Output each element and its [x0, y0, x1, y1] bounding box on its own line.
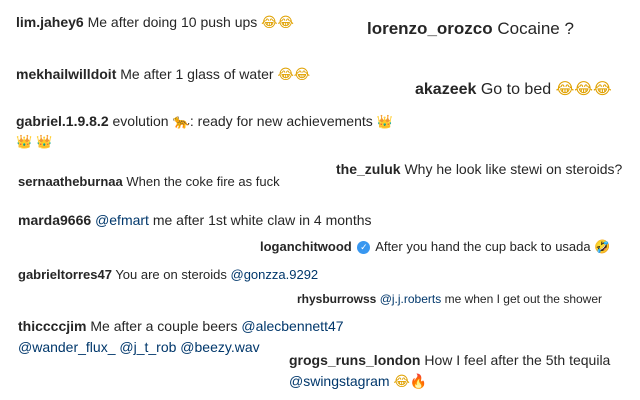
comment-text: Me after 1 glass of water	[120, 66, 274, 82]
comment: thiccccjim Me after a couple beers @alec…	[18, 318, 344, 335]
comment: akazeek Go to bed 😂😂😂	[415, 79, 612, 99]
mention-link[interactable]: @alecbennett47	[241, 318, 343, 334]
comment-username[interactable]: akazeek	[415, 81, 476, 98]
comment: gabriel.1.9.8.2 evolution 🐆: ready for n…	[16, 113, 393, 131]
comment-continuation: @wander_flux_ @j_t_rob @beezy.wav	[18, 339, 260, 356]
laughing-emoji-icon: 😂😂😂	[555, 79, 612, 98]
laughing-emoji-icon: 😂😂	[277, 67, 311, 83]
comment-text: : ready for new achievements	[189, 113, 373, 129]
crown-emoji-icon: 👑	[376, 115, 393, 130]
comment-text: Me after a couple beers	[90, 318, 238, 334]
comment-username[interactable]: marda9666	[18, 212, 91, 228]
comment-username[interactable]: mekhailwilldoit	[16, 66, 116, 82]
comment-text: How I feel after the 5th tequila	[424, 352, 611, 368]
comment-username[interactable]: gabriel.1.9.8.2	[16, 113, 109, 129]
comment: loganchitwood ✓ After you hand the cup b…	[260, 239, 610, 256]
mention-link[interactable]: @j.j.roberts	[380, 292, 442, 306]
mention-link[interactable]: @swingstagram	[289, 373, 390, 389]
comment-text: Me after doing 10 push ups	[87, 14, 258, 30]
comment-username[interactable]: thiccccjim	[18, 318, 86, 334]
comment-username[interactable]: lim.jahey6	[16, 14, 84, 30]
leopard-emoji-icon: 🐆	[172, 114, 190, 130]
comment-username[interactable]: grogs_runs_london	[289, 352, 420, 368]
fire-emoji-icon: 🔥	[409, 374, 428, 390]
comment: mekhailwilldoit Me after 1 glass of wate…	[16, 66, 310, 84]
comment: gabrieltorres47 You are on steroids @gon…	[18, 267, 318, 283]
comment-username[interactable]: rhysburrowss	[297, 292, 376, 306]
comment: the_zuluk Why he look like stewi on ster…	[336, 161, 622, 178]
comment: lim.jahey6 Me after doing 10 push ups 😂😂	[16, 14, 294, 32]
comment-continuation: 👑 👑	[16, 134, 53, 151]
comment-text: me when I get out the shower	[444, 292, 603, 306]
verified-badge-icon: ✓	[357, 241, 371, 254]
comment-continuation: @swingstagram 😂🔥	[289, 373, 427, 391]
comment: grogs_runs_london How I feel after the 5…	[289, 352, 610, 369]
comment-username[interactable]: loganchitwood	[260, 239, 352, 254]
laughing-emoji-icon: 😂😂	[261, 15, 294, 31]
mention-link[interactable]: @wander_flux_ @j_t_rob @beezy.wav	[18, 339, 260, 355]
comment-text: me after 1st white claw in 4 months	[152, 212, 372, 228]
comment-username[interactable]: sernaatheburnaa	[18, 174, 123, 189]
mention-link[interactable]: @efmart	[95, 212, 149, 228]
laughing-emoji-icon: 😂	[393, 374, 410, 390]
comment: sernaatheburnaa When the coke fire as fu…	[18, 174, 280, 190]
comment-text: Cocaine ?	[497, 19, 574, 38]
comment-text: Go to bed	[480, 81, 552, 98]
comment: lorenzo_orozco Cocaine ?	[367, 19, 574, 39]
rolling-laughing-emoji-icon: 🤣	[594, 240, 611, 255]
comment: marda9666 @efmart me after 1st white cla…	[18, 212, 372, 229]
comment-username[interactable]: gabrieltorres47	[18, 267, 112, 282]
comment-text: When the coke fire as fuck	[126, 174, 280, 189]
comment: rhysburrowss @j.j.roberts me when I get …	[297, 292, 602, 306]
comment-text: evolution	[112, 113, 169, 129]
crown-emoji-icon: 👑 👑	[16, 135, 53, 150]
comment-text: Why he look like stewi on steroids?	[404, 161, 623, 177]
comment-text: After you hand the cup back to usada	[375, 239, 591, 254]
comment-text: You are on steroids	[115, 267, 227, 282]
mention-link[interactable]: @gonzza.9292	[231, 267, 319, 282]
comment-username[interactable]: lorenzo_orozco	[367, 19, 493, 38]
comment-username[interactable]: the_zuluk	[336, 161, 401, 177]
